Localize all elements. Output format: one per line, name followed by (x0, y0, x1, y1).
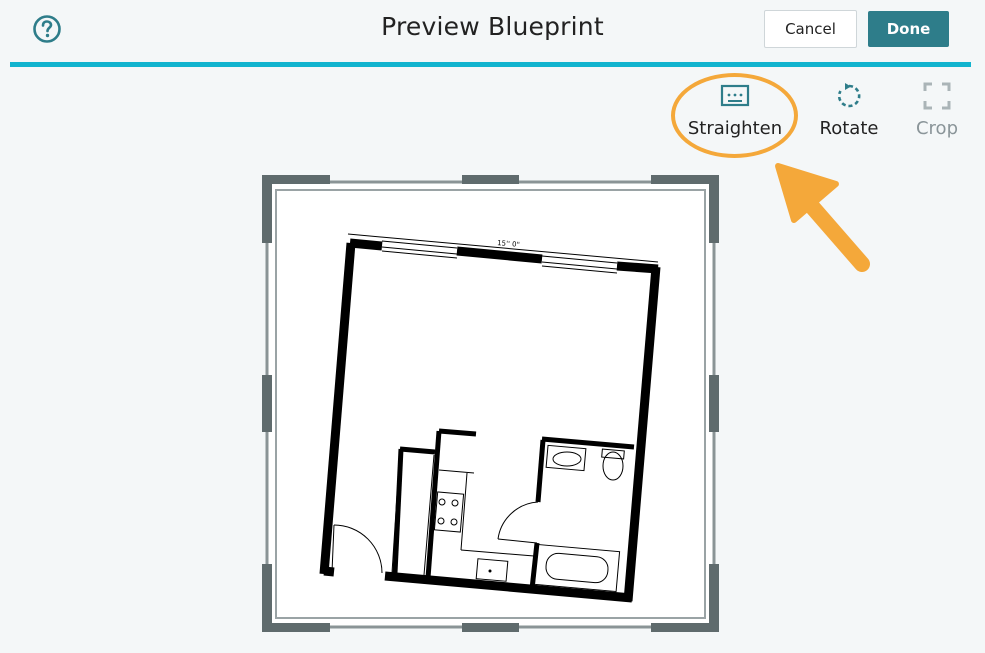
pointer-arrow-icon (775, 163, 870, 272)
straighten-label: Straighten (687, 118, 783, 139)
header-bar: Preview Blueprint Cancel Done (0, 0, 985, 60)
blueprint-image: 15'' 0" (262, 175, 719, 632)
cancel-button[interactable]: Cancel (764, 10, 857, 48)
rotate-label: Rotate (819, 118, 879, 139)
straighten-tool[interactable]: Straighten (682, 80, 788, 139)
crop-tool[interactable]: Crop (910, 80, 964, 139)
blueprint-canvas[interactable]: 15'' 0" (262, 175, 719, 632)
crop-icon (923, 82, 951, 110)
header-divider (10, 62, 971, 67)
done-button[interactable]: Done (868, 11, 949, 47)
rotate-icon (837, 83, 861, 108)
crop-label: Crop (915, 118, 958, 139)
rotate-tool[interactable]: Rotate (814, 80, 884, 139)
straighten-icon (720, 84, 750, 107)
